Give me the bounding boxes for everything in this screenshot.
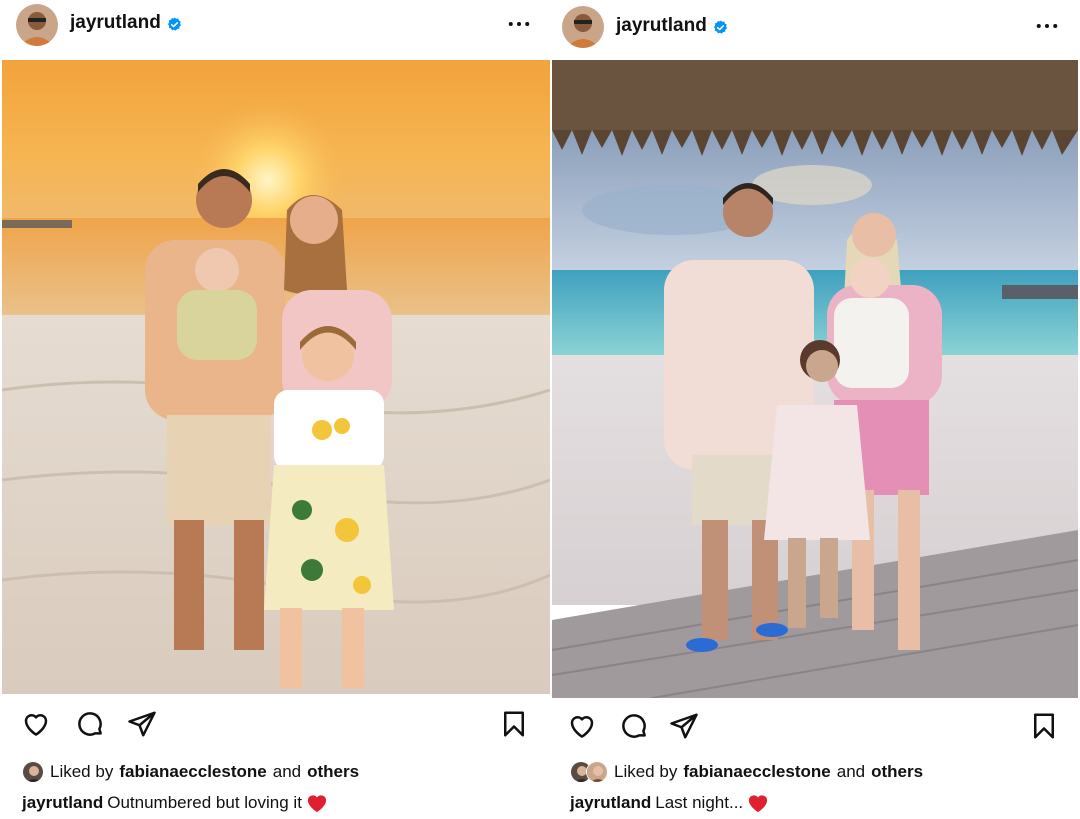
red-heart-icon [306, 793, 328, 813]
verified-badge-icon [713, 19, 728, 34]
send-icon[interactable] [668, 710, 700, 742]
username-text[interactable]: jayrutland [70, 12, 161, 34]
post-username[interactable]: jayrutland [70, 12, 182, 34]
caption-text: Outnumbered but loving it [107, 793, 302, 812]
liker-avatar [586, 761, 608, 783]
send-icon[interactable] [126, 708, 158, 740]
liked-by-label: Liked by [50, 762, 114, 781]
more-options-icon[interactable] [506, 12, 532, 36]
post-caption: jayrutland Outnumbered but loving it [22, 793, 328, 813]
post-username[interactable]: jayrutland [616, 15, 728, 37]
profile-avatar[interactable] [16, 4, 58, 46]
caption-text: Last night... [655, 793, 744, 812]
liked-by-user[interactable]: fabianaecclestone [683, 762, 830, 782]
post-header: jayrutland [550, 0, 1080, 52]
more-options-icon[interactable] [1034, 14, 1060, 38]
liked-others-link[interactable]: others [307, 762, 359, 782]
liker-avatars [570, 761, 608, 783]
comment-icon[interactable] [74, 708, 106, 740]
instagram-post-left: jayrutland Liked by fabianaecclestone an… [0, 0, 550, 819]
heart-icon[interactable] [566, 710, 598, 742]
liked-by-user[interactable]: fabianaecclestone [119, 762, 266, 782]
post-photo[interactable] [552, 60, 1078, 698]
profile-avatar[interactable] [562, 6, 604, 48]
liked-by-label: Liked by [614, 762, 678, 781]
bookmark-icon[interactable] [498, 708, 530, 740]
liked-others-link[interactable]: others [871, 762, 923, 782]
bookmark-icon[interactable] [1028, 710, 1060, 742]
post-actions [550, 710, 1080, 750]
caption-username[interactable]: jayrutland [22, 793, 103, 813]
liked-and-label: and [836, 762, 866, 781]
likes-summary[interactable]: Liked by fabianaecclestone and others [570, 760, 923, 784]
post-caption: jayrutland Last night... [570, 793, 769, 813]
post-photo[interactable] [2, 60, 550, 694]
comment-icon[interactable] [618, 710, 650, 742]
verified-badge-icon [167, 16, 182, 31]
liker-avatar [22, 761, 44, 783]
likes-summary[interactable]: Liked by fabianaecclestone and others [22, 760, 359, 784]
post-header: jayrutland [0, 0, 550, 52]
username-text[interactable]: jayrutland [616, 15, 707, 37]
instagram-post-right: jayrutland Liked by fabianaecclestone an… [550, 0, 1080, 819]
red-heart-icon [747, 793, 769, 813]
post-actions [0, 708, 550, 748]
liked-and-label: and [272, 762, 302, 781]
heart-icon[interactable] [20, 708, 52, 740]
caption-username[interactable]: jayrutland [570, 793, 651, 813]
